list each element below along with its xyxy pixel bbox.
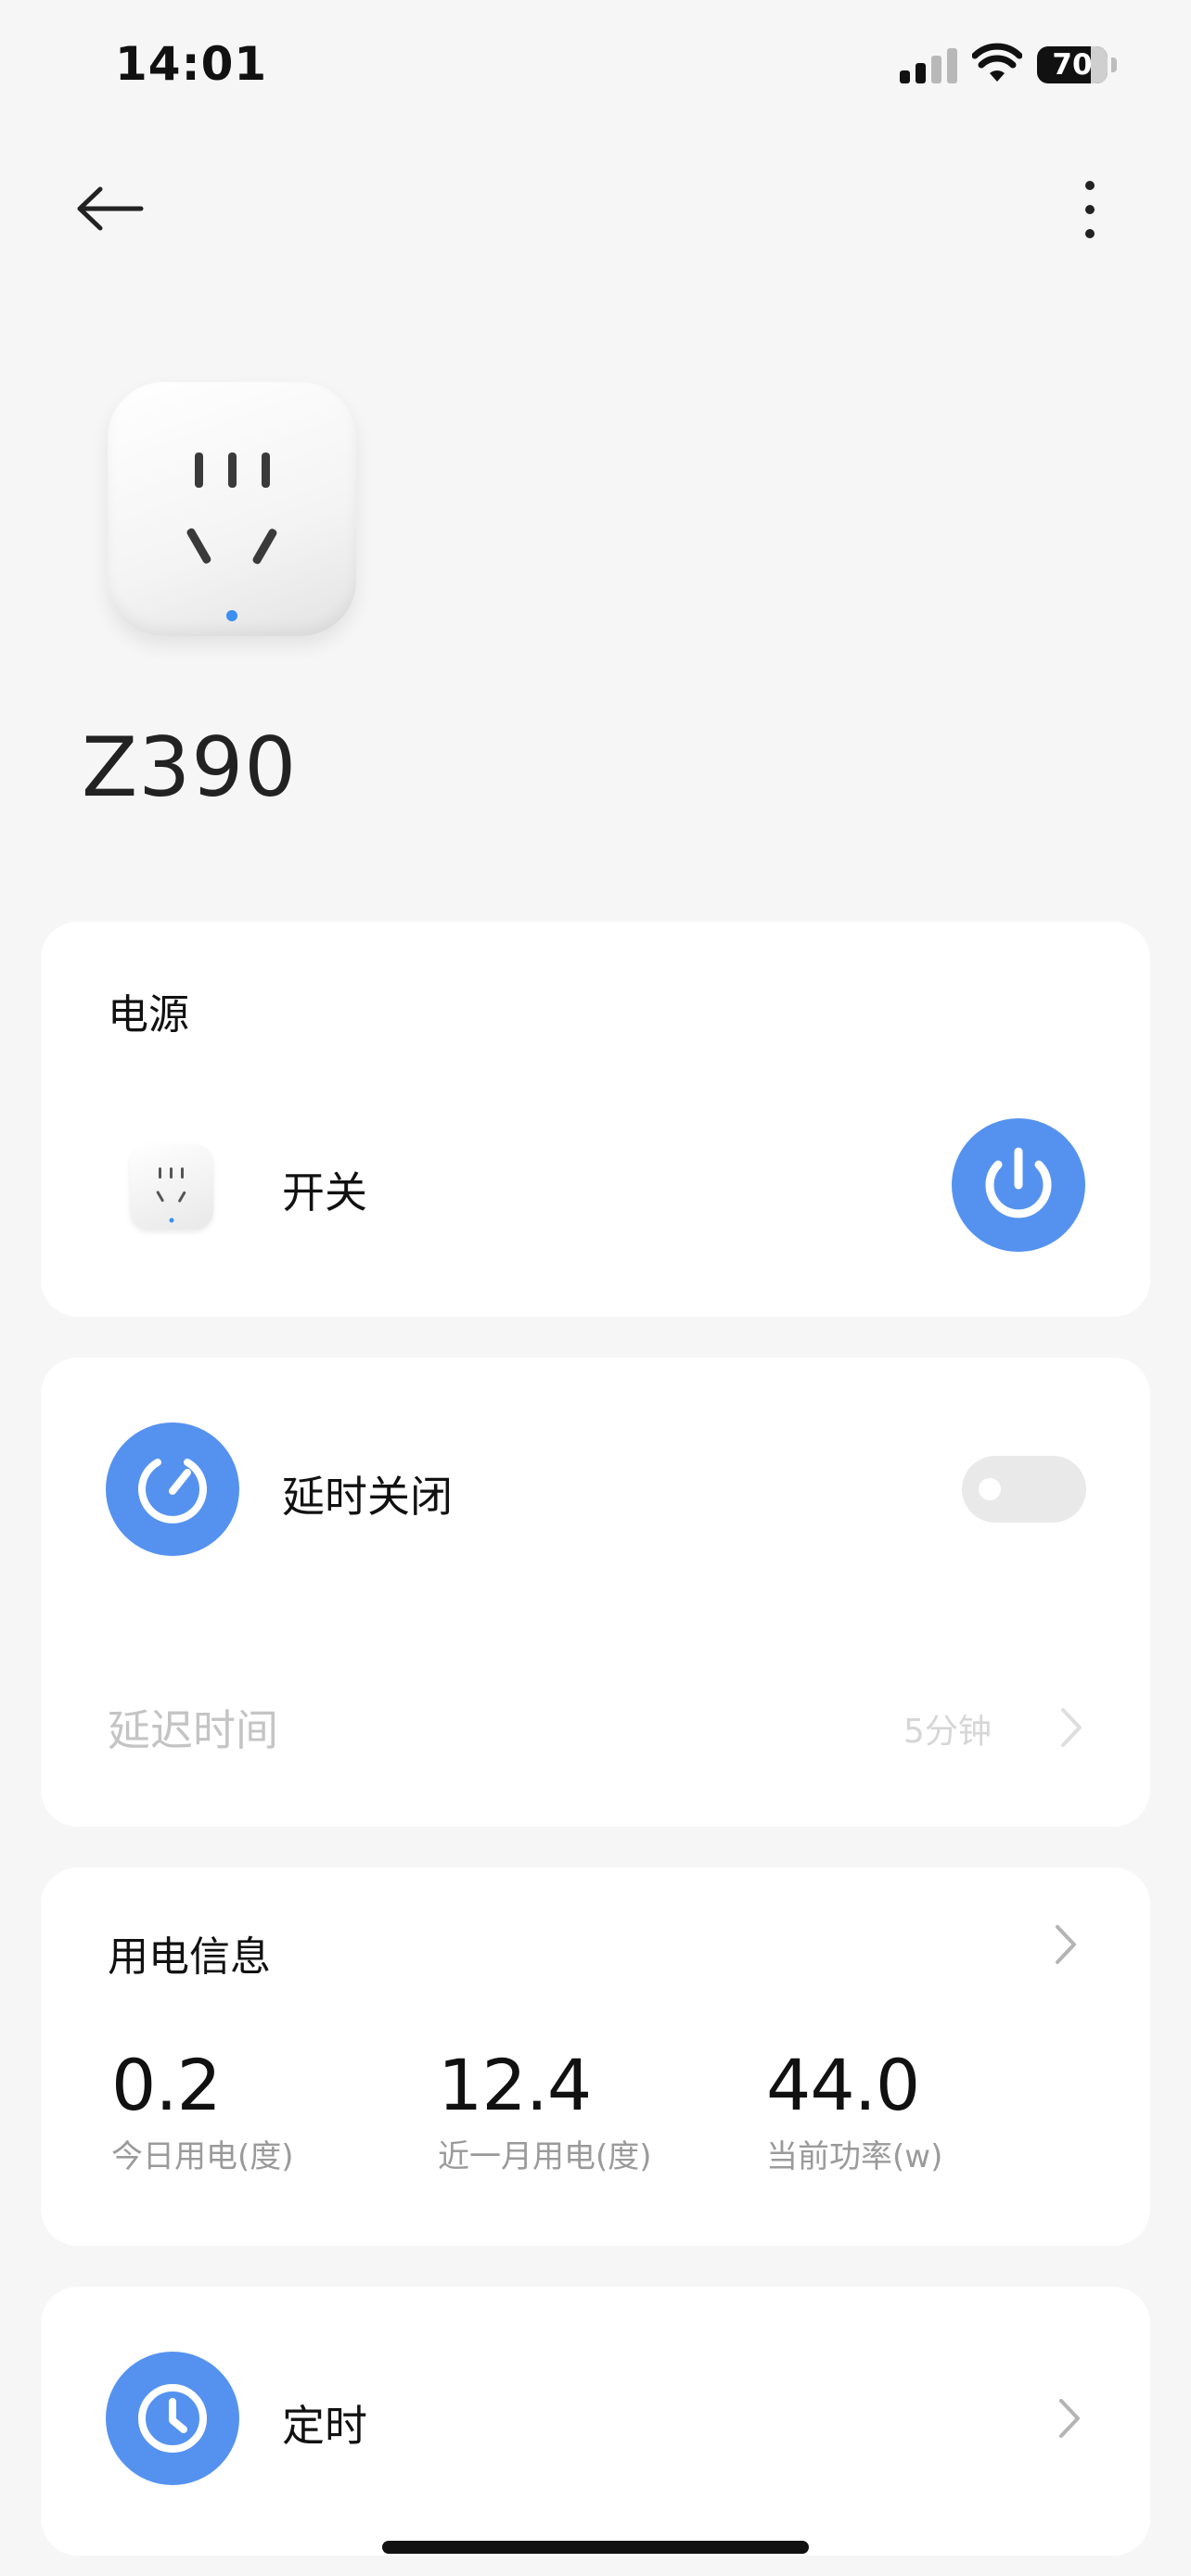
power-icon	[985, 1147, 1052, 1218]
energy-info-card[interactable]: 用电信息 0.2 今日用电(度) 12.4 近一月用电(度) 44.0 当前功率…	[41, 1868, 1150, 2246]
more-vertical-icon[interactable]	[1067, 176, 1113, 243]
battery-level: 70	[1052, 48, 1093, 82]
delay-off-toggle[interactable]	[962, 1456, 1086, 1523]
battery-nub	[1111, 57, 1117, 72]
switch-label: 开关	[282, 1167, 367, 1218]
plug-icon	[130, 1144, 213, 1230]
current-power-label: 当前功率(w)	[766, 2138, 943, 2175]
wifi-icon	[972, 43, 1022, 82]
delay-off-label: 延时关闭	[282, 1472, 453, 1522]
power-section-title: 电源	[108, 991, 189, 1039]
toggle-knob	[979, 1478, 1001, 1500]
month-usage-value: 12.4	[438, 2044, 592, 2126]
month-usage-label: 近一月用电(度)	[438, 2138, 652, 2175]
schedule-card[interactable]: 定时	[41, 2287, 1150, 2556]
today-usage-label: 今日用电(度)	[111, 2138, 294, 2175]
delay-off-card: 延时关闭 延迟时间 5分钟	[41, 1358, 1150, 1827]
schedule-label: 定时	[282, 2401, 367, 2451]
device-name: Z390	[82, 720, 298, 815]
chevron-right-icon[interactable]	[1054, 2395, 1085, 2442]
energy-info-title: 用电信息	[108, 1933, 271, 1981]
status-time: 14:01	[115, 37, 268, 91]
delay-time-label[interactable]: 延迟时间	[108, 1697, 278, 1758]
delay-time-value[interactable]: 5分钟	[903, 1704, 992, 1753]
cellular-signal-icon	[900, 48, 957, 83]
back-arrow-icon[interactable]	[72, 176, 147, 241]
battery-icon: 70	[1037, 46, 1108, 83]
status-bar: 14:01 70	[0, 0, 1191, 139]
power-button[interactable]	[952, 1118, 1085, 1252]
clock-icon	[106, 2352, 239, 2485]
power-card: 电源 开关	[41, 922, 1150, 1317]
today-usage-value: 0.2	[111, 2044, 222, 2126]
smart-plug-image	[108, 382, 356, 636]
timer-icon	[106, 1422, 239, 1556]
chevron-right-icon[interactable]	[1050, 1921, 1082, 1968]
home-indicator[interactable]	[382, 2541, 809, 2554]
current-power-value: 44.0	[766, 2044, 920, 2126]
chevron-right-icon[interactable]	[1056, 1704, 1087, 1751]
